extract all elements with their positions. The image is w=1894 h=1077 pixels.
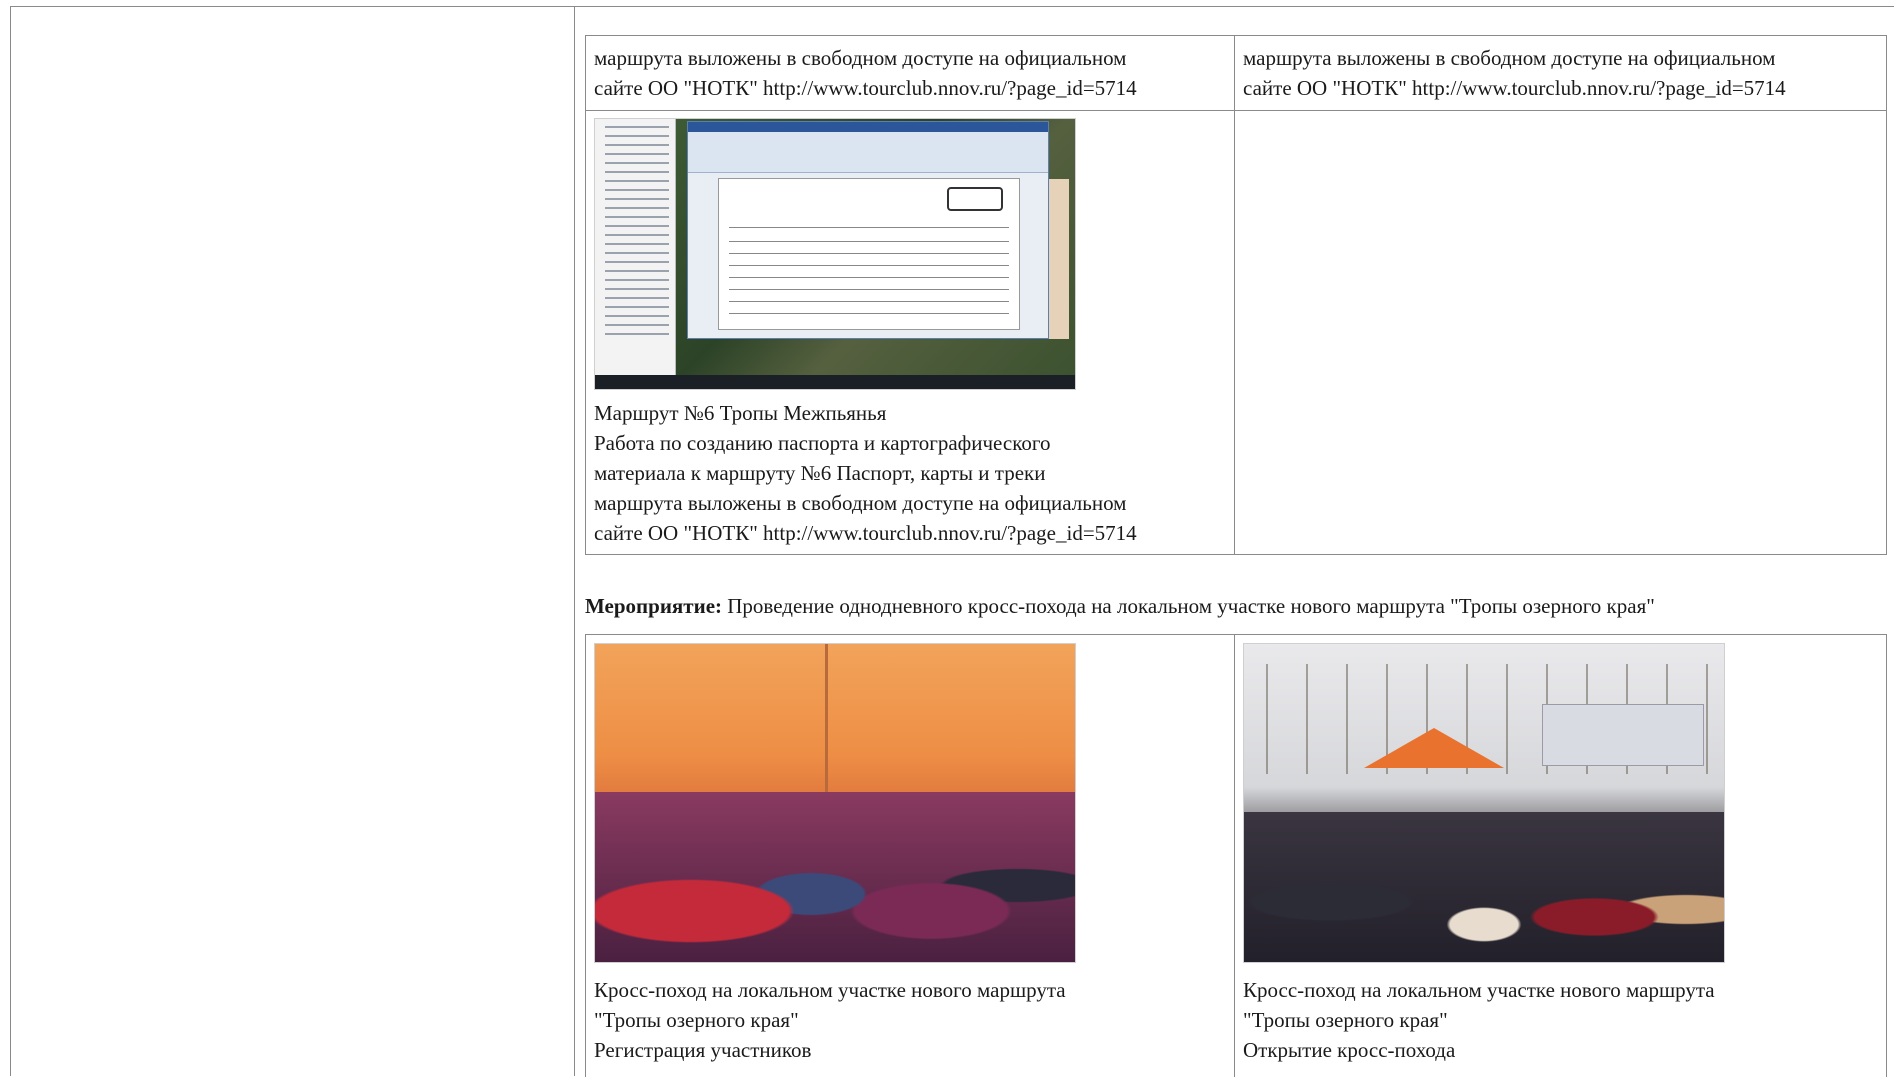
event-photo-table: Кросс-поход на локальном участке нового … (585, 634, 1887, 1077)
event-text: Проведение однодневного кросс-похода на … (722, 594, 1655, 618)
row1-left-text: маршрута выложены в свободном доступе на… (594, 46, 1137, 100)
column-divider (1234, 635, 1235, 1077)
row1-right-text: маршрута выложены в свободном доступе на… (1243, 46, 1786, 100)
registration-photo (594, 643, 1076, 963)
route-table: маршрута выложены в свободном доступе на… (585, 35, 1887, 555)
left-column (11, 7, 575, 1076)
layers-sidebar (595, 119, 676, 375)
notk-logo (947, 187, 1003, 211)
outer-table: маршрута выложены в свободном доступе на… (10, 6, 1894, 1077)
row-divider (586, 110, 1886, 111)
column-divider (1234, 36, 1235, 554)
registration-caption: Кросс-поход на локальном участке нового … (594, 978, 1066, 1062)
taskbar (595, 375, 1075, 389)
opening-caption: Кросс-поход на локальном участке нового … (1243, 978, 1715, 1062)
route-6-caption: Маршрут №6 Тропы Межпьянья Работа по соз… (594, 401, 1137, 545)
event-heading: Мероприятие: Проведение однодневного кро… (585, 591, 1655, 621)
right-column: маршрута выложены в свободном доступе на… (576, 7, 1894, 1077)
passport-page (718, 178, 1020, 330)
route-passport-screenshot (594, 118, 1076, 390)
opening-photo (1243, 643, 1725, 963)
document-window (687, 121, 1049, 339)
event-label: Мероприятие: (585, 594, 723, 618)
